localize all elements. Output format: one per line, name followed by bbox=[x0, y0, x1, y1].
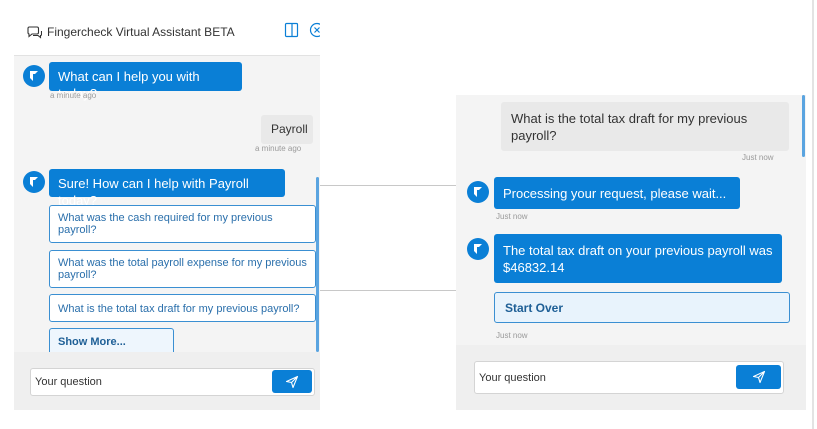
payroll-option-total-expense[interactable]: What was the total payroll expense for m… bbox=[49, 250, 316, 288]
question-input-field[interactable] bbox=[35, 369, 235, 395]
bot-avatar-icon bbox=[23, 171, 45, 193]
bot-avatar-icon bbox=[23, 65, 45, 87]
expand-icon[interactable] bbox=[284, 22, 299, 38]
send-icon bbox=[752, 370, 765, 384]
chat-window-left: Fingercheck Virtual Assistant BETA What … bbox=[14, 5, 320, 410]
bot-message-processing: Processing your request, please wait... bbox=[494, 177, 740, 209]
message-timestamp: a minute ago bbox=[255, 144, 302, 153]
bot-avatar-icon bbox=[467, 181, 489, 203]
background-edge bbox=[812, 0, 814, 429]
payroll-option-cash-required[interactable]: What was the cash required for my previo… bbox=[49, 205, 316, 243]
message-timestamp: Just now bbox=[496, 331, 528, 340]
message-timestamp: Just now bbox=[742, 153, 774, 162]
scrollbar-thumb[interactable] bbox=[802, 95, 805, 157]
chat-icon bbox=[27, 26, 42, 39]
bot-message-result: The total tax draft on your previous pay… bbox=[494, 234, 782, 283]
option-label: What was the cash required for my previo… bbox=[58, 212, 273, 236]
bot-message-text: The total tax draft on your previous pay… bbox=[503, 243, 773, 275]
user-message-payroll: Payroll bbox=[261, 115, 313, 144]
start-over-label: Start Over bbox=[505, 301, 564, 315]
background-divider bbox=[320, 185, 456, 186]
scrollbar-thumb[interactable] bbox=[316, 177, 319, 352]
bot-message-sure: Sure! How can I help with Payroll today? bbox=[49, 169, 285, 208]
message-timestamp: Just now bbox=[496, 212, 528, 221]
send-button[interactable] bbox=[272, 370, 312, 393]
option-label: What is the total tax draft for my previ… bbox=[58, 303, 300, 315]
send-icon bbox=[285, 375, 299, 388]
bot-message-welcome: What can I help you with today? bbox=[49, 62, 242, 101]
chat-window-right: What is the total tax draft for my previ… bbox=[456, 95, 806, 410]
bot-message-text: Processing your request, please wait... bbox=[503, 186, 727, 201]
chat-title: Fingercheck Virtual Assistant BETA bbox=[47, 25, 235, 39]
show-more-label: Show More... bbox=[58, 336, 126, 348]
start-over-button[interactable]: Start Over bbox=[494, 292, 790, 323]
message-timestamp: a minute ago bbox=[50, 91, 97, 100]
user-message-text: Payroll bbox=[271, 122, 308, 136]
bot-message-text: Sure! How can I help with Payroll today? bbox=[58, 176, 249, 208]
send-button[interactable] bbox=[736, 365, 781, 389]
close-icon[interactable] bbox=[309, 22, 320, 38]
bot-avatar-icon bbox=[467, 238, 489, 260]
option-label: What was the total payroll expense for m… bbox=[58, 257, 307, 281]
user-message-text: What is the total tax draft for my previ… bbox=[511, 111, 748, 143]
payroll-option-tax-draft[interactable]: What is the total tax draft for my previ… bbox=[49, 294, 316, 322]
background-divider bbox=[320, 290, 456, 291]
question-input-field[interactable] bbox=[479, 362, 679, 393]
user-message-tax-question: What is the total tax draft for my previ… bbox=[501, 102, 789, 151]
chat-header: Fingercheck Virtual Assistant BETA bbox=[14, 5, 320, 56]
